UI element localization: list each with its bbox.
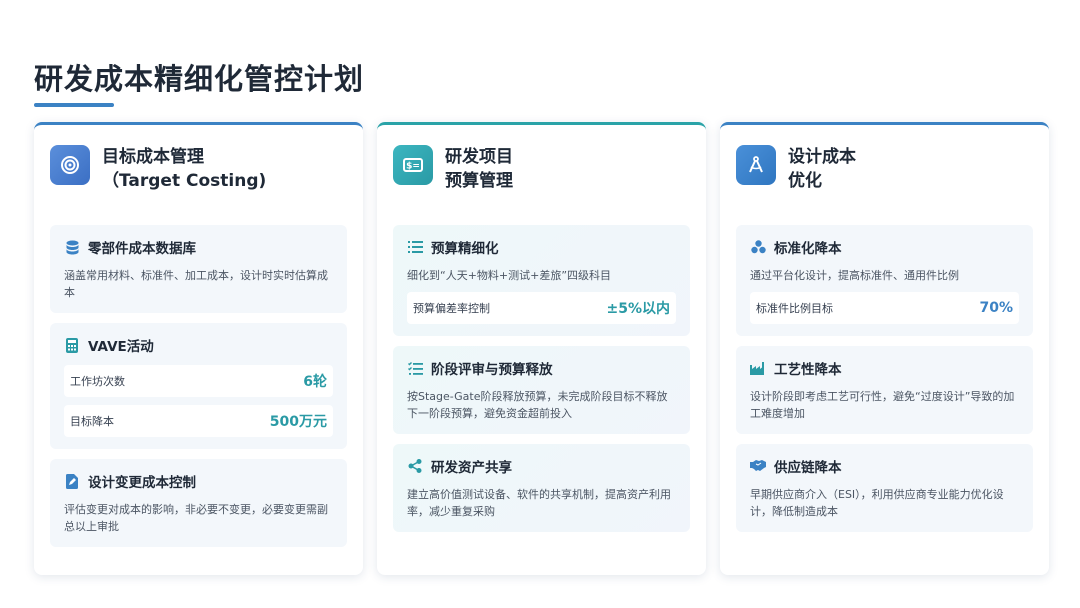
document-edit-icon (64, 473, 80, 489)
columns-container: 目标成本管理 （Target Costing) 零部件成本数据库 涵盖常用材料、… (34, 122, 1049, 575)
drafting-compass-icon (736, 145, 776, 185)
share-icon (407, 458, 423, 474)
card-stage-review-budget-release: 阶段评审与预算释放 按Stage-Gate阶段释放预算，未完成阶段目标不释放下一… (393, 346, 690, 434)
card-description: 早期供应商介入（ESI），利用供应商专业能力优化设计，降低制造成本 (750, 488, 1004, 518)
cubes-icon (750, 239, 766, 255)
card-parts-cost-database: 零部件成本数据库 涵盖常用材料、标准件、加工成本，设计时实时估算成本 (50, 225, 347, 313)
column-header: 目标成本管理 （Target Costing) (50, 145, 347, 201)
card-rd-asset-sharing: 研发资产共享 建立高价值测试设备、软件的共享机制，提高资产利用率，减少重复采购 (393, 444, 690, 532)
checklist-icon (407, 360, 423, 376)
card-title: 设计变更成本控制 (88, 475, 196, 491)
card-description: 设计阶段即考虑工艺可行性，避免“过度设计”导致的加工难度增加 (750, 390, 1015, 420)
industry-icon (750, 360, 766, 376)
card-title: 供应链降本 (774, 460, 842, 476)
column-title-line1: 研发项目 (445, 147, 513, 167)
card-title: 研发资产共享 (431, 460, 512, 476)
calculator-icon (64, 337, 80, 353)
card-supply-chain: 供应链降本 早期供应商介入（ESI），利用供应商专业能力优化设计，降低制造成本 (736, 444, 1033, 532)
metric-label: 目标降本 (70, 415, 114, 428)
column-design-cost-optimization: 设计成本 优化 标准化降本 通过平台化设计，提高标准件、通用件比例 标准件比例目… (720, 122, 1049, 575)
card-title: 工艺性降本 (774, 362, 842, 378)
database-icon (64, 239, 80, 255)
metric-row: 预算偏差率控制 ±5%以内 (407, 292, 676, 324)
card-description: 按Stage-Gate阶段释放预算，未完成阶段目标不释放下一阶段预算，避免资金超… (407, 390, 668, 420)
column-title: 目标成本管理 （Target Costing) (102, 145, 266, 193)
column-title-line2: 优化 (788, 171, 822, 191)
list-icon (407, 239, 423, 255)
metric-label: 工作坊次数 (70, 375, 125, 388)
card-title: 阶段评审与预算释放 (431, 362, 553, 378)
card-description: 涵盖常用材料、标准件、加工成本，设计时实时估算成本 (64, 269, 328, 299)
metric-row: 工作坊次数 6轮 (64, 365, 333, 397)
column-title-line2: 预算管理 (445, 171, 513, 191)
column-target-costing: 目标成本管理 （Target Costing) 零部件成本数据库 涵盖常用材料、… (34, 122, 363, 575)
column-title-line1: 设计成本 (788, 147, 856, 167)
card-budget-refinement: 预算精细化 细化到“人天+物料+测试+差旅”四级科目 预算偏差率控制 ±5%以内 (393, 225, 690, 336)
card-design-change-cost-control: 设计变更成本控制 评估变更对成本的影响，非必要不变更，必要变更需副总以上审批 (50, 459, 347, 547)
metric-value: 6轮 (303, 374, 327, 390)
metric-value: 70% (979, 300, 1013, 316)
money-icon: $= (393, 145, 433, 185)
metric-row: 目标降本 500万元 (64, 405, 333, 437)
metric-label: 标准件比例目标 (756, 302, 833, 315)
column-title: 设计成本 优化 (788, 145, 856, 193)
title-underline (34, 103, 114, 107)
column-title-line2: （Target Costing) (102, 171, 267, 191)
card-description: 通过平台化设计，提高标准件、通用件比例 (750, 269, 959, 282)
column-header: $= 研发项目 预算管理 (393, 145, 690, 201)
card-standardization: 标准化降本 通过平台化设计，提高标准件、通用件比例 标准件比例目标 70% (736, 225, 1033, 336)
metric-value: ±5%以内 (606, 301, 671, 317)
card-description: 细化到“人天+物料+测试+差旅”四级科目 (407, 269, 612, 282)
column-title: 研发项目 预算管理 (445, 145, 513, 193)
card-title: 预算精细化 (431, 241, 499, 257)
metric-row: 标准件比例目标 70% (750, 292, 1019, 324)
card-vave-activity: VAVE活动 工作坊次数 6轮 目标降本 500万元 (50, 323, 347, 449)
card-title: 零部件成本数据库 (88, 241, 196, 257)
card-title: 标准化降本 (774, 241, 842, 257)
target-icon (50, 145, 90, 185)
page-title: 研发成本精细化管控计划 (34, 62, 365, 96)
metric-label: 预算偏差率控制 (413, 302, 490, 315)
card-manufacturability: 工艺性降本 设计阶段即考虑工艺可行性，避免“过度设计”导致的加工难度增加 (736, 346, 1033, 434)
card-title: VAVE活动 (88, 339, 154, 355)
card-description: 建立高价值测试设备、软件的共享机制，提高资产利用率，减少重复采购 (407, 488, 671, 518)
card-description: 评估变更对成本的影响，非必要不变更，必要变更需副总以上审批 (64, 503, 328, 533)
handshake-icon (750, 458, 766, 474)
metric-value: 500万元 (269, 414, 327, 430)
column-header: 设计成本 优化 (736, 145, 1033, 201)
column-rd-budget: $= 研发项目 预算管理 预算精细化 细化到“人天+物料+测试+差旅”四级科目 … (377, 122, 706, 575)
column-title-line1: 目标成本管理 (102, 147, 204, 167)
svg-text:$=: $= (406, 162, 420, 172)
